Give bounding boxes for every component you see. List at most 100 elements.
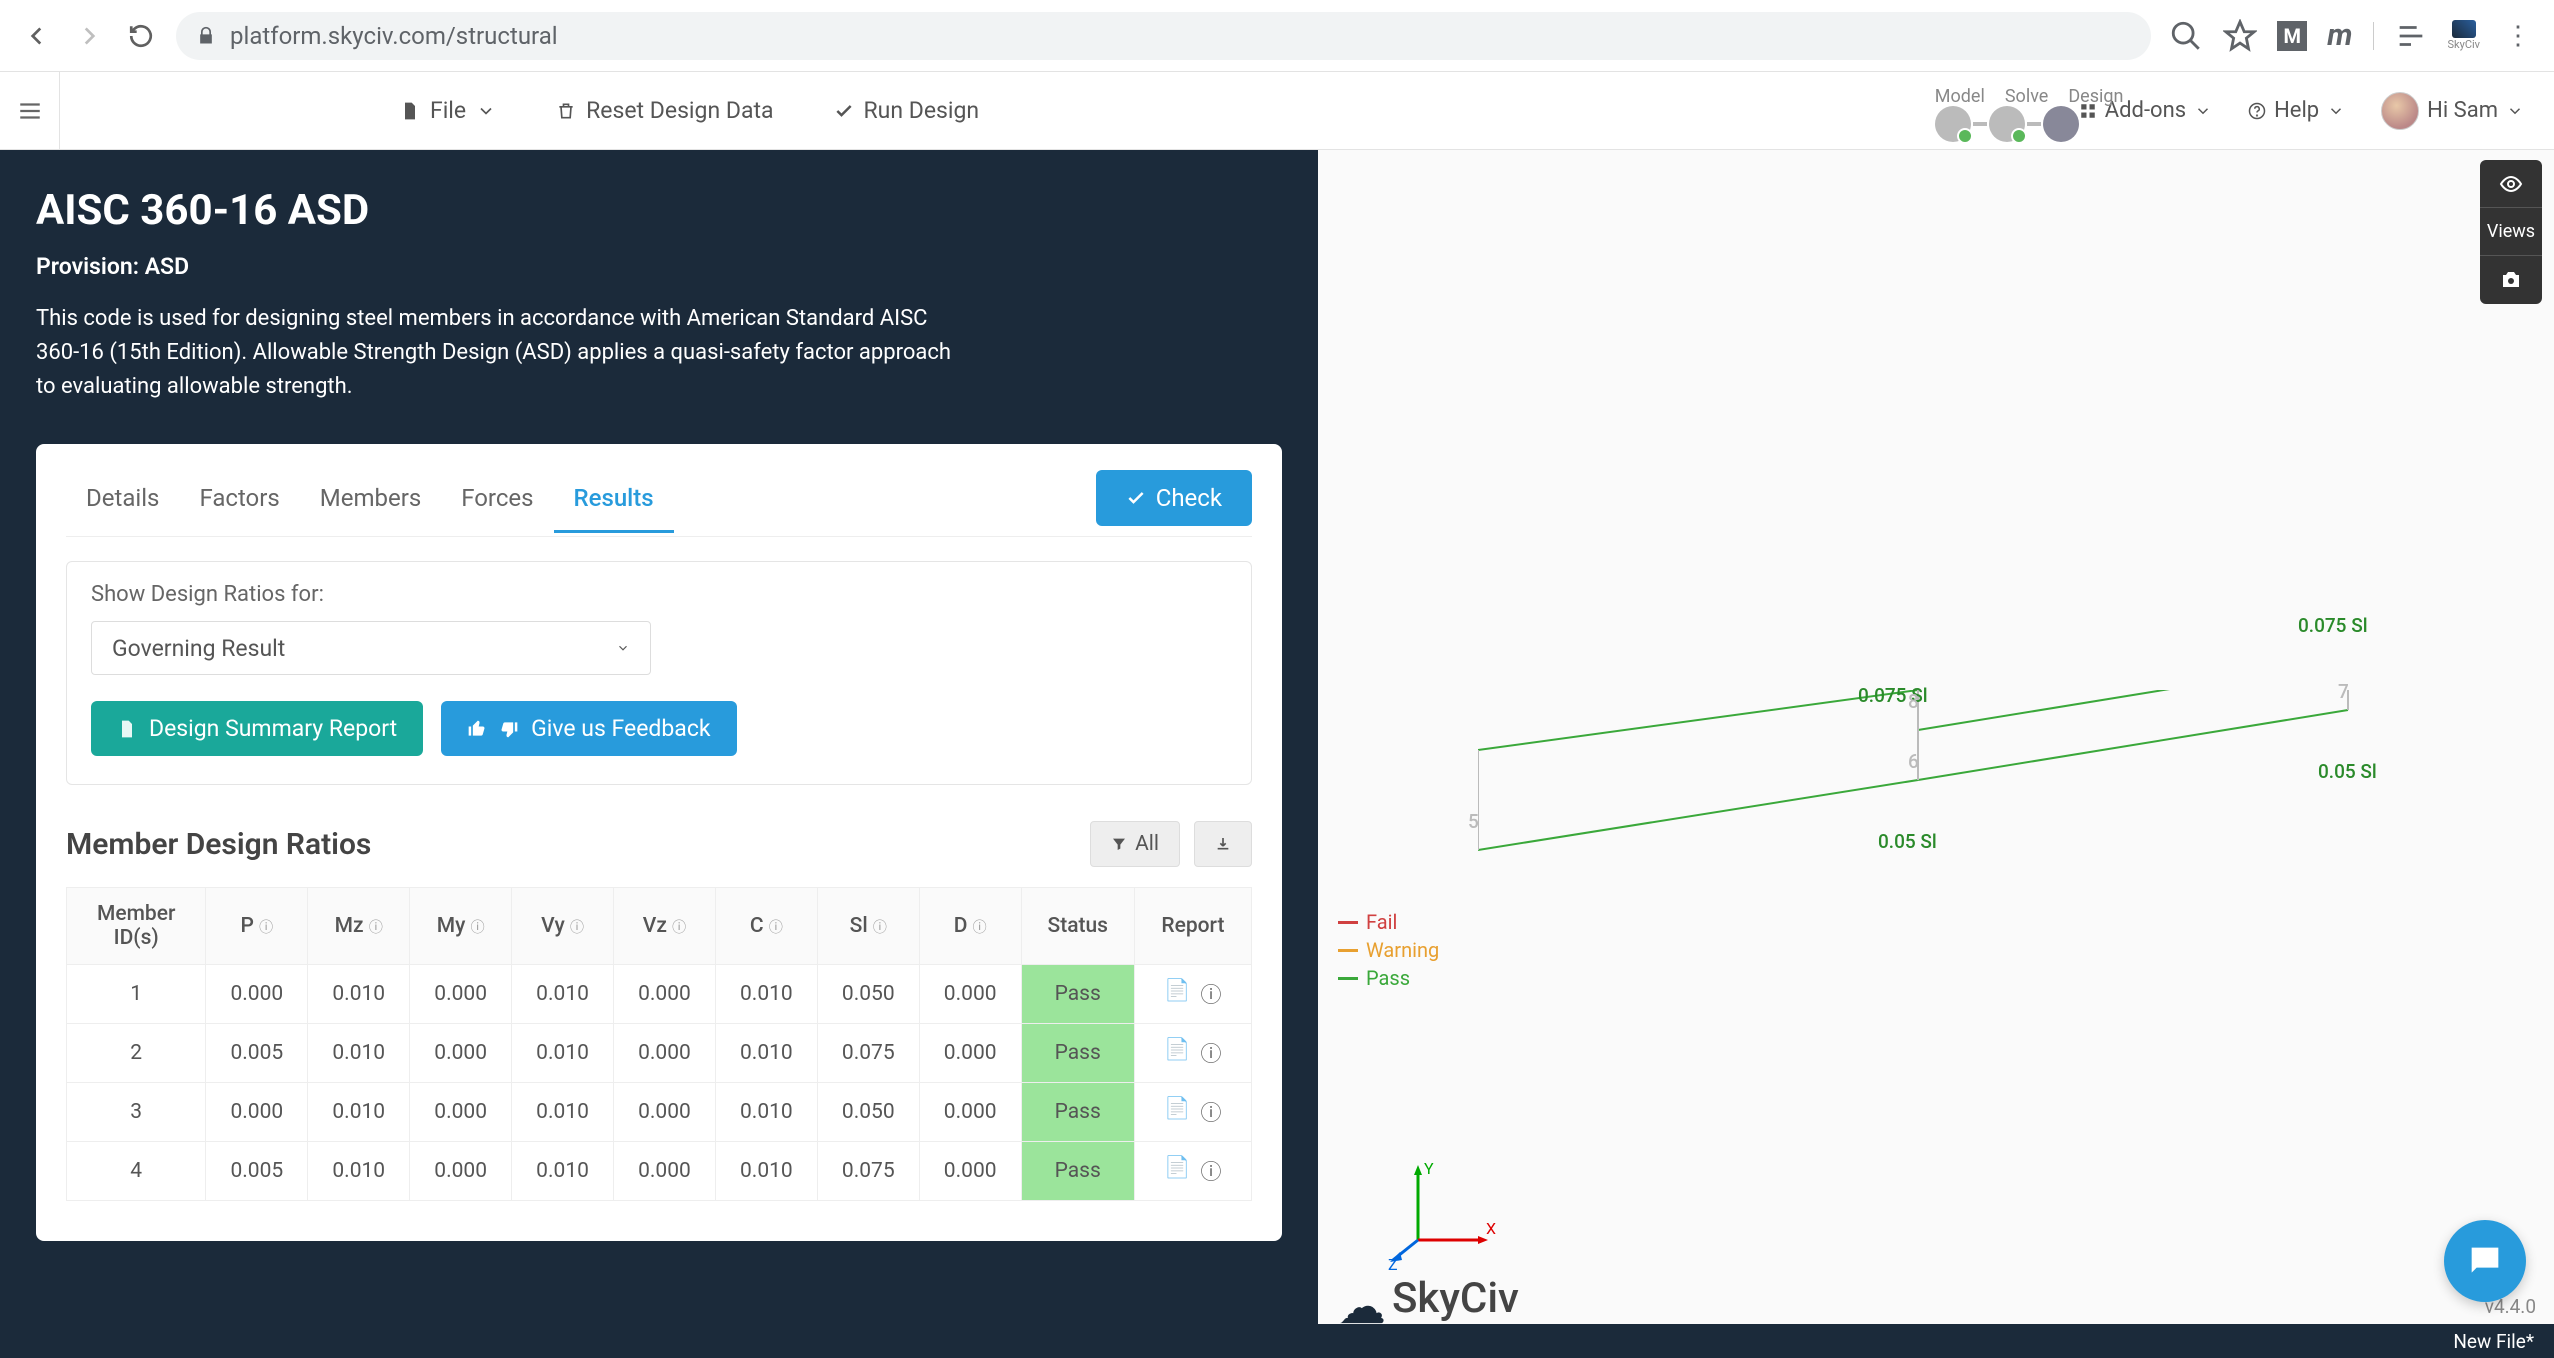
tab-results[interactable]: Results (554, 474, 674, 533)
pipeline-node-design[interactable] (2043, 106, 2079, 142)
report-file-icon[interactable]: 📄 (1164, 1156, 1190, 1186)
report-info-icon[interactable]: ⓘ (1201, 979, 1222, 1009)
results-panel: DetailsFactorsMembersForcesResults Check… (36, 444, 1282, 1241)
legend-fail: Fail (1338, 910, 1439, 934)
reset-design-data[interactable]: Reset Design Data (556, 97, 773, 124)
model-label: 6 (1908, 750, 1919, 773)
report-info-icon[interactable]: ⓘ (1201, 1156, 1222, 1186)
address-bar[interactable]: platform.skyciv.com/structural (176, 12, 2151, 60)
visibility-tool[interactable] (2480, 160, 2542, 208)
run-design[interactable]: Run Design (834, 97, 980, 124)
model-label: 8 (1908, 690, 1919, 713)
pipeline-label-model: Model (1935, 86, 1985, 107)
chevron-down-icon (2506, 102, 2524, 120)
pipeline-label-design: Design (2068, 86, 2123, 107)
col-my: My ⓘ (410, 888, 512, 965)
status-cell: Pass (1021, 1024, 1134, 1083)
extension-m-square[interactable]: M (2277, 21, 2307, 51)
tab-factors[interactable]: Factors (179, 474, 299, 533)
reload-button[interactable] (124, 19, 158, 53)
model-label: 0.05 Sl (2318, 760, 2377, 783)
filter-box: Show Design Ratios for: Governing Result… (66, 561, 1252, 785)
star-icon[interactable] (2223, 19, 2257, 53)
description: This code is used for designing steel me… (36, 302, 956, 404)
chevron-down-icon (2327, 102, 2345, 120)
design-summary-report-button[interactable]: Design Summary Report (91, 701, 423, 756)
col-status: Status (1021, 888, 1134, 965)
left-panel: AISC 360-16 ASD Provision: ASD This code… (0, 150, 1318, 1358)
axes-gizmo: Y X Z (1388, 1160, 1498, 1270)
tab-forces[interactable]: Forces (441, 474, 553, 533)
separator (2373, 22, 2374, 50)
pipeline-node-model[interactable] (1935, 106, 1971, 142)
lock-icon (196, 26, 216, 46)
table-title: Member Design Ratios (66, 827, 371, 862)
extension-skyciv[interactable]: SkyCiv (2448, 20, 2480, 51)
browser-menu-icon[interactable]: ⋮ (2500, 19, 2534, 53)
model-label: 0.05 Sl (1878, 830, 1937, 853)
trash-icon (556, 101, 576, 121)
status-file: New File* (2453, 1330, 2534, 1353)
help-icon (2248, 102, 2266, 120)
back-button[interactable] (20, 19, 54, 53)
feedback-button[interactable]: Give us Feedback (441, 701, 736, 756)
col-member-id-s-: MemberID(s) (67, 888, 206, 965)
model-label: 0.075 Sl (2298, 614, 2368, 637)
table-row[interactable]: 20.0050.0100.0000.0100.0000.0100.0750.00… (67, 1024, 1252, 1083)
filter-icon (1111, 836, 1127, 852)
report-file-icon[interactable]: 📄 (1164, 1097, 1190, 1127)
extension-m-italic[interactable]: m (2327, 18, 2352, 53)
table-row[interactable]: 10.0000.0100.0000.0100.0000.0100.0500.00… (67, 965, 1252, 1024)
col-mz: Mz ⓘ (308, 888, 410, 965)
tab-details[interactable]: Details (66, 474, 179, 533)
chat-icon (2465, 1241, 2505, 1281)
user-menu[interactable]: Hi Sam (2381, 92, 2524, 130)
status-cell: Pass (1021, 1142, 1134, 1201)
file-icon (400, 101, 420, 121)
pipeline-node-solve[interactable] (1989, 106, 2025, 142)
ratios-table: MemberID(s)P ⓘMz ⓘMy ⓘVy ⓘVz ⓘC ⓘSl ⓘD ⓘ… (66, 887, 1252, 1201)
report-file-icon[interactable]: 📄 (1164, 1038, 1190, 1068)
hamburger-button[interactable] (0, 72, 60, 150)
app-topbar: File Reset Design Data Run Design Model … (0, 72, 2554, 150)
col-p: P ⓘ (206, 888, 308, 965)
table-row[interactable]: 30.0000.0100.0000.0100.0000.0100.0500.00… (67, 1083, 1252, 1142)
model-render: 0.075 Sl0.075 Sl0.05 Sl0.05 Sl5678 (1478, 690, 2378, 954)
pipeline: Model Solve Design (1935, 80, 2079, 142)
chevron-down-icon (616, 641, 630, 655)
model-label: 7 (2338, 680, 2349, 703)
viewport-tools: Views (2480, 160, 2542, 304)
check-button[interactable]: Check (1096, 470, 1252, 526)
chat-bubble[interactable] (2444, 1220, 2526, 1302)
chevron-down-icon (476, 101, 496, 121)
legend-warning: Warning (1338, 938, 1439, 962)
extension-list-icon[interactable] (2394, 19, 2428, 53)
file-menu[interactable]: File (400, 97, 496, 124)
tab-members[interactable]: Members (300, 474, 441, 533)
check-icon (1126, 488, 1146, 508)
viewport-3d[interactable]: Views 0.075 Sl0.075 Sl0.05 Sl0.05 Sl5678… (1318, 150, 2554, 1358)
help-menu[interactable]: Help (2248, 98, 2345, 123)
search-page-icon[interactable] (2169, 19, 2203, 53)
col-report: Report (1134, 888, 1251, 965)
status-cell: Pass (1021, 965, 1134, 1024)
filter-label: Show Design Ratios for: (91, 582, 324, 607)
filter-all-button[interactable]: All (1090, 821, 1180, 867)
status-cell: Pass (1021, 1083, 1134, 1142)
page-title: AISC 360-16 ASD (36, 186, 1282, 235)
avatar (2381, 92, 2419, 130)
col-d: D ⓘ (919, 888, 1021, 965)
axis-z-label: Z (1388, 1255, 1398, 1270)
col-sl: Sl ⓘ (817, 888, 919, 965)
report-info-icon[interactable]: ⓘ (1201, 1097, 1222, 1127)
table-row[interactable]: 40.0050.0100.0000.0100.0000.0100.0750.00… (67, 1142, 1252, 1201)
report-info-icon[interactable]: ⓘ (1201, 1038, 1222, 1068)
ratio-select[interactable]: Governing Result (91, 621, 651, 675)
download-button[interactable] (1194, 821, 1252, 867)
views-tool[interactable]: Views (2480, 208, 2542, 256)
forward-button[interactable] (72, 19, 106, 53)
report-file-icon[interactable]: 📄 (1164, 979, 1190, 1009)
status-bar: New File* (1318, 1324, 2554, 1358)
camera-tool[interactable] (2480, 256, 2542, 304)
legend: FailWarningPass (1338, 910, 1439, 994)
